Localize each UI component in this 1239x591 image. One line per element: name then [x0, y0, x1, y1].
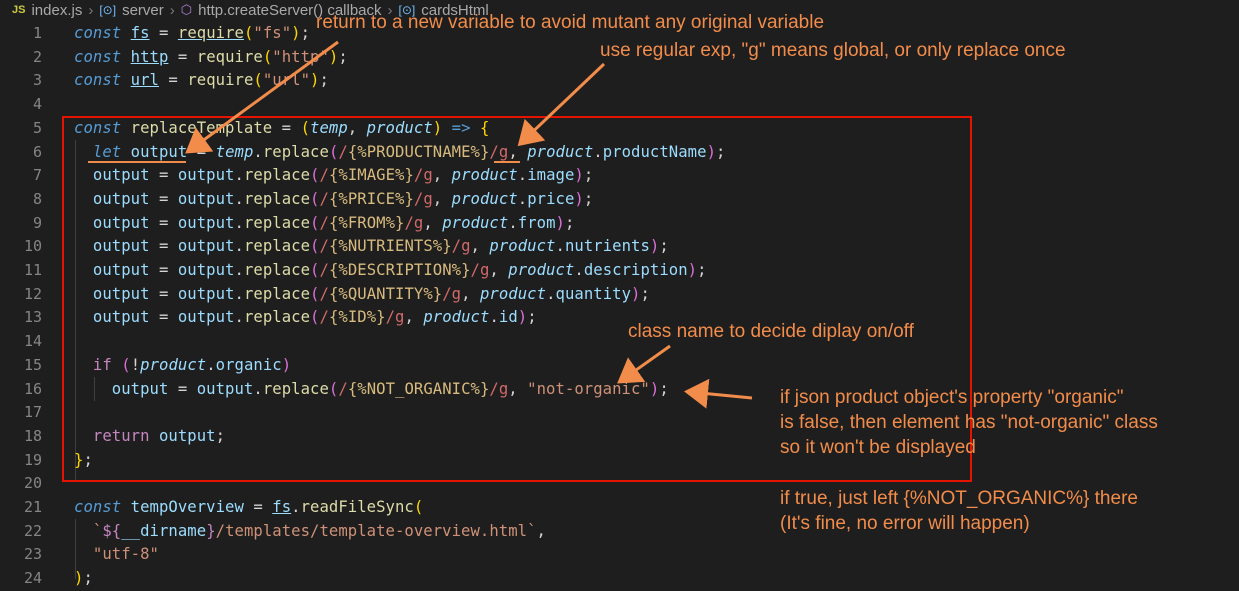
arrow-class-note	[617, 344, 671, 384]
annotation-organic-1: if json product object's property "organ…	[780, 387, 1124, 408]
annotation-organic-3: so it won't be displayed	[780, 437, 976, 458]
annotation-true-1: if true, just left {%NOT_ORGANIC%} there	[780, 488, 1138, 509]
annotation-return-variable: return to a new variable to avoid mutant…	[316, 12, 825, 33]
arrow-regex-note	[517, 62, 606, 147]
annotation-class-name: class name to decide diplay on/off	[628, 321, 914, 342]
arrow-organic-note	[684, 378, 753, 409]
annotation-organic-2: is false, then element has "not-organic"…	[780, 412, 1158, 433]
annotation-regex: use regular exp, "g" means global, or on…	[600, 40, 1066, 61]
arrow-return-note	[185, 40, 339, 154]
annotation-true-2: (It's fine, no error will happen)	[780, 513, 1030, 534]
